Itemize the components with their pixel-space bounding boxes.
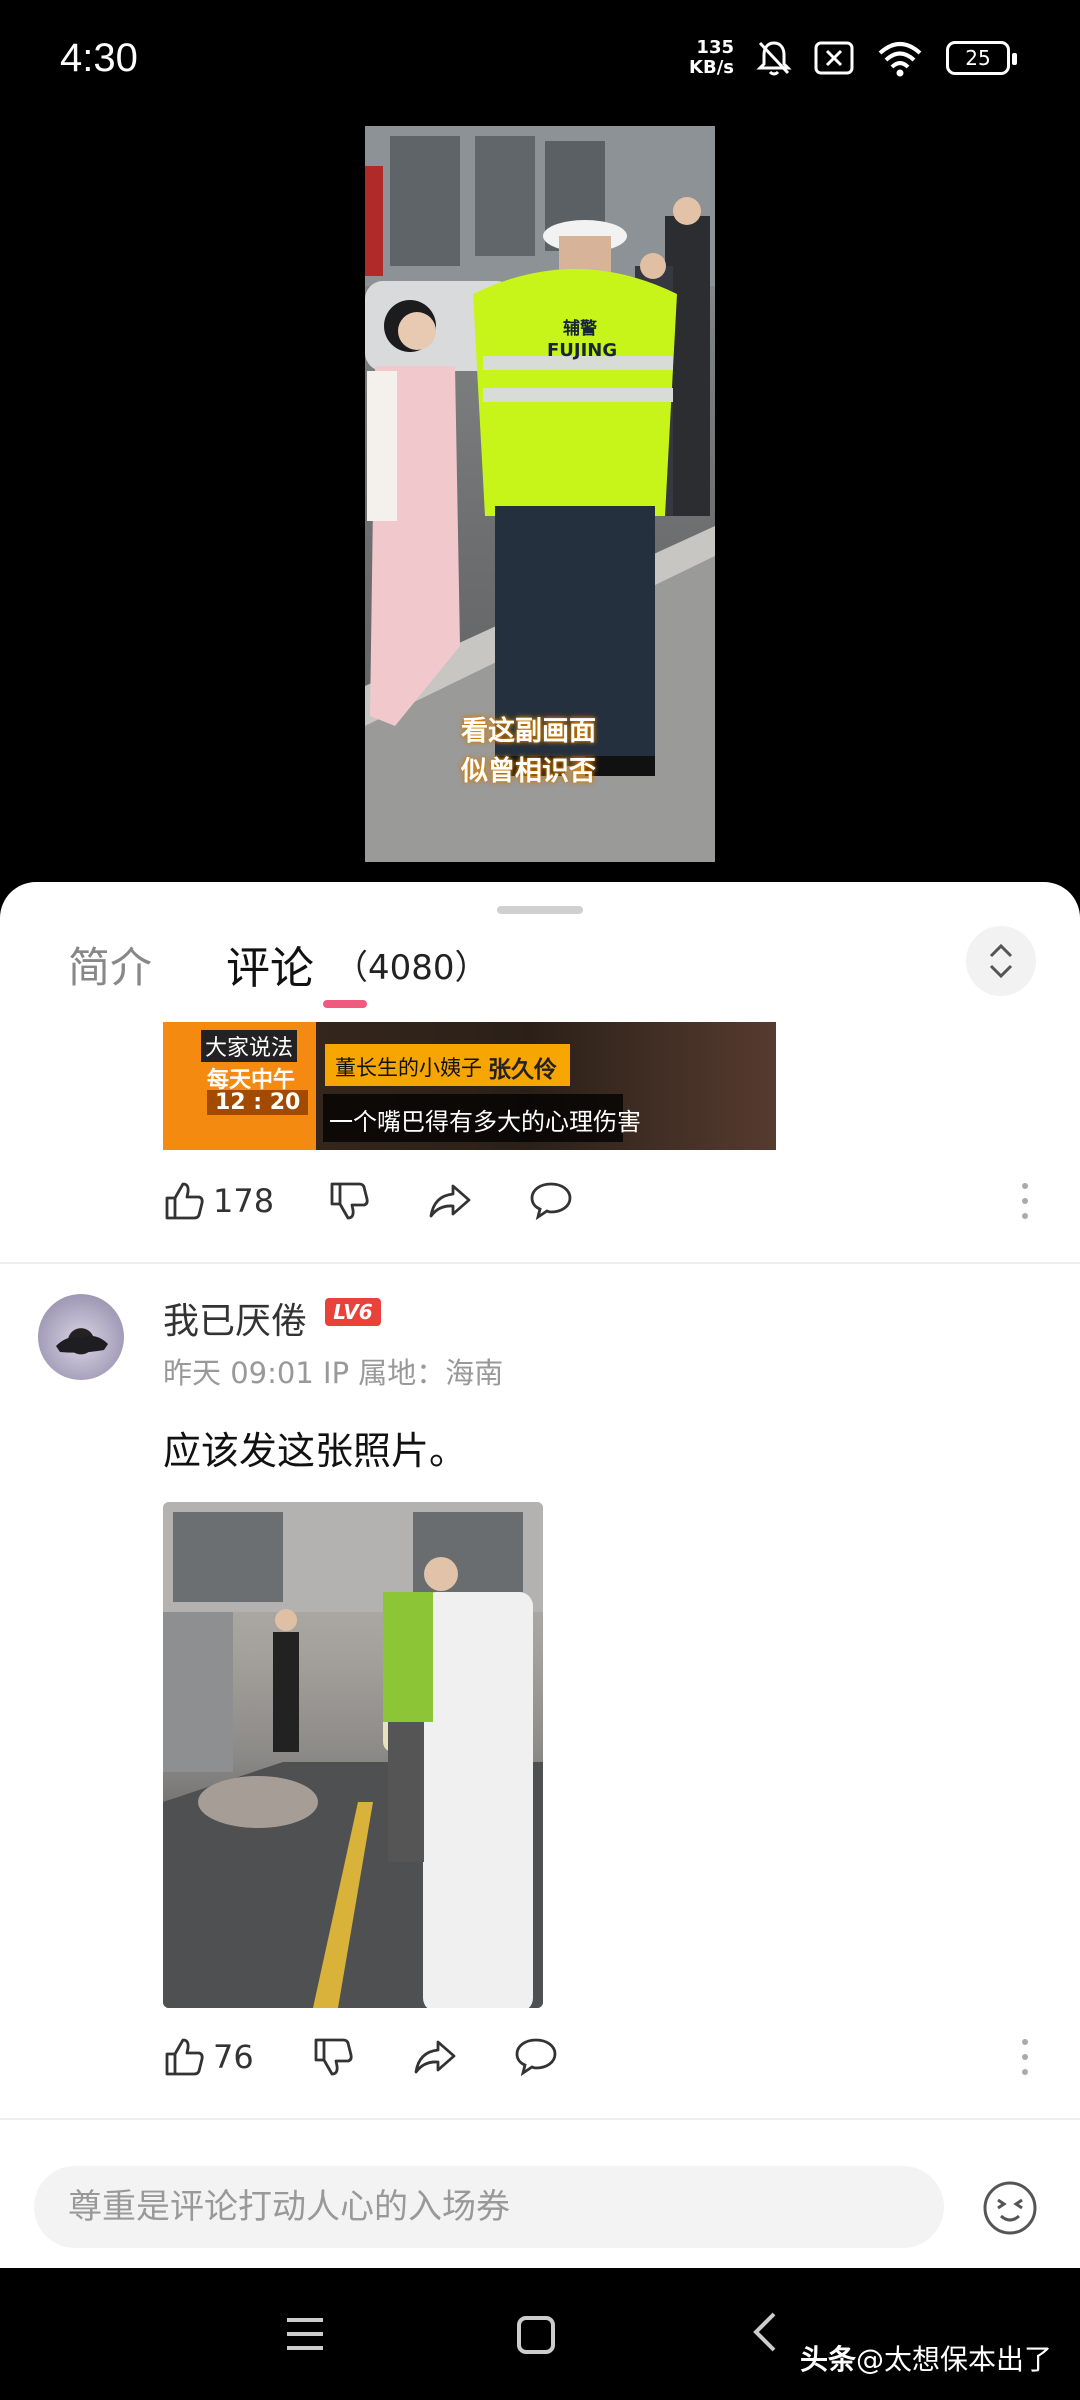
tab-intro[interactable]: 简介 bbox=[68, 934, 152, 995]
comment-username[interactable]: 我已厌倦 bbox=[163, 1292, 307, 1344]
video-frame[interactable]: 辅警 FUJING 看这副画面 似曾相识否 bbox=[365, 126, 715, 862]
home-icon[interactable] bbox=[515, 2314, 557, 2356]
vest-text-1: 辅警 bbox=[563, 318, 597, 339]
share-button[interactable] bbox=[412, 2036, 458, 2076]
thumbs-down-icon bbox=[314, 2038, 353, 2076]
comments-sheet: 简介 评论 （4080） 大家说法 每天中午 12 : 20 董长生的小姨子 张… bbox=[0, 882, 1080, 2268]
like-count: 178 bbox=[213, 1182, 275, 1220]
banner-name: 张久伶 bbox=[488, 1057, 557, 1083]
tab-active-indicator bbox=[323, 1000, 367, 1008]
dislike-button[interactable] bbox=[328, 1180, 370, 1222]
status-icons: 135 KB/s 25 bbox=[689, 37, 1017, 78]
thumbs-up-icon bbox=[165, 1182, 204, 1220]
share-icon bbox=[429, 1184, 471, 1218]
comment-text: 应该发这张照片。 bbox=[163, 1429, 468, 1473]
comment-input-bar: 尊重是评论打动人心的入场券 bbox=[0, 2142, 1080, 2268]
like-count: 76 bbox=[213, 2038, 254, 2076]
comment-actions-2: 76 bbox=[0, 2018, 1080, 2098]
more-options-icon[interactable] bbox=[1022, 1182, 1028, 1220]
reply-button[interactable] bbox=[528, 1180, 574, 1220]
battery-icon: 25 bbox=[946, 41, 1017, 75]
share-icon bbox=[414, 2040, 456, 2074]
status-bar: 4:30 135 KB/s 25 bbox=[0, 0, 1080, 120]
more-options-icon[interactable] bbox=[1022, 2038, 1028, 2076]
expand-button[interactable] bbox=[966, 926, 1036, 996]
divider bbox=[0, 1262, 1080, 1264]
system-nav-bar: 头条@太想保本出了 bbox=[0, 2268, 1080, 2400]
share-button[interactable] bbox=[427, 1180, 473, 1220]
banner-brand-line3: 12 : 20 bbox=[207, 1090, 309, 1115]
dislike-button[interactable] bbox=[312, 2036, 354, 2078]
mute-bell-icon bbox=[756, 41, 792, 76]
battery-level: 25 bbox=[965, 46, 991, 70]
status-time: 4:30 bbox=[60, 36, 138, 80]
reply-button[interactable] bbox=[513, 2036, 559, 2076]
comment-bubble-icon bbox=[515, 2038, 557, 2076]
wifi-icon bbox=[878, 42, 922, 77]
level-badge: LV6 bbox=[325, 1298, 381, 1326]
divider bbox=[0, 2118, 1080, 2120]
like-button[interactable]: 178 bbox=[163, 1180, 274, 1222]
video-caption: 看这副画面 似曾相识否 bbox=[461, 712, 596, 792]
watermark-prefix: 头条 bbox=[800, 2343, 857, 2376]
comments-count: （4080） bbox=[334, 948, 489, 988]
comment-bubble-icon bbox=[530, 1182, 572, 1220]
chevron-up-down-icon bbox=[989, 943, 1013, 979]
comment-image-banner[interactable]: 大家说法 每天中午 12 : 20 董长生的小姨子 张久伶 一个嘴巴得有多大的心… bbox=[163, 1022, 776, 1150]
vest-text-2: FUJING bbox=[547, 340, 617, 361]
like-button[interactable]: 76 bbox=[163, 2036, 254, 2078]
thumbs-up-icon bbox=[165, 2038, 204, 2076]
caption-line-1: 看这副画面 bbox=[461, 716, 596, 747]
watermark-handle: @太想保本出了 bbox=[856, 2343, 1053, 2376]
sim-x-icon bbox=[814, 41, 854, 75]
emoji-icon[interactable] bbox=[982, 2180, 1038, 2236]
sheet-grabber[interactable] bbox=[497, 906, 583, 914]
avatar[interactable] bbox=[38, 1294, 124, 1380]
comment-meta: 昨天 09:01 IP 属地：海南 bbox=[163, 1356, 504, 1390]
video-player[interactable]: 辅警 FUJING 看这副画面 似曾相识否 bbox=[0, 120, 1080, 880]
banner-tag: 董长生的小姨子 bbox=[335, 1056, 482, 1080]
comment-input[interactable]: 尊重是评论打动人心的入场券 bbox=[34, 2166, 944, 2248]
thumbs-down-icon bbox=[330, 1182, 369, 1220]
tab-comments[interactable]: 评论 bbox=[226, 932, 314, 996]
comment-actions-1: 178 bbox=[0, 1162, 1080, 1242]
menu-icon[interactable] bbox=[283, 2314, 327, 2354]
banner-subtitle: 一个嘴巴得有多大的心理伤害 bbox=[329, 1108, 641, 1136]
back-icon[interactable] bbox=[750, 2310, 780, 2354]
avatar-image bbox=[56, 1336, 108, 1353]
watermark: 头条@太想保本出了 bbox=[800, 2338, 1052, 2378]
comment-photo bbox=[163, 1502, 543, 2008]
network-speed: 135 KB/s bbox=[689, 37, 734, 78]
caption-line-2: 似曾相识否 bbox=[461, 756, 596, 787]
comment-image[interactable] bbox=[163, 1502, 543, 2008]
banner-brand-line1: 大家说法 bbox=[201, 1030, 298, 1062]
